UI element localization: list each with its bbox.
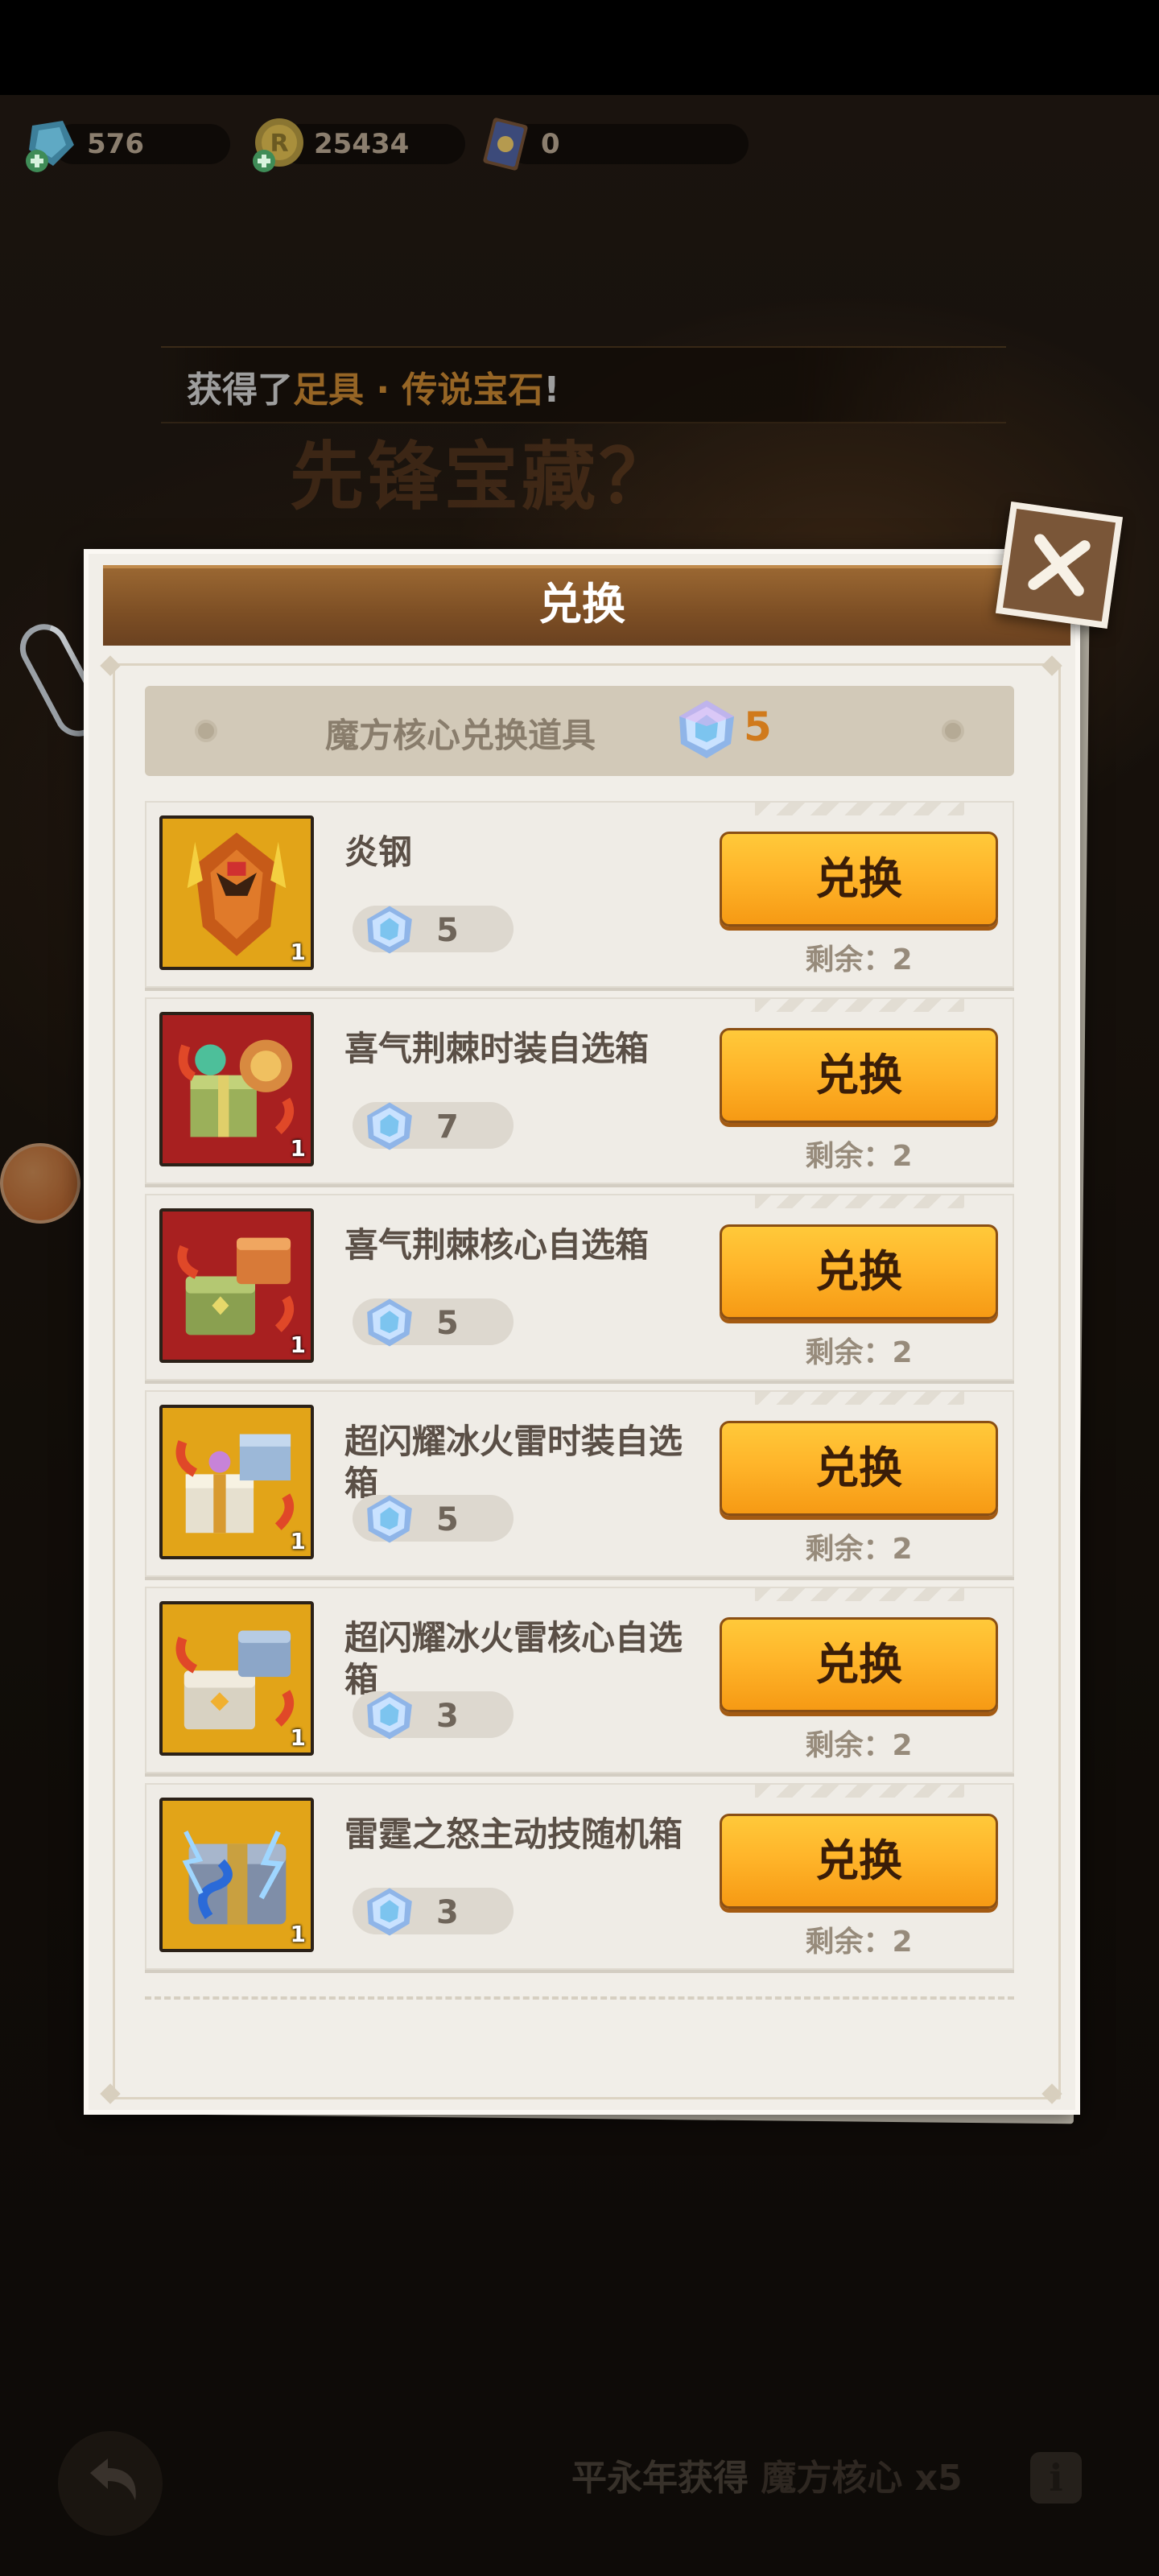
remaining-count: 剩余：2 — [805, 1729, 913, 1762]
item-cost: 5 — [353, 1495, 514, 1543]
exchange-button[interactable]: 兑换 — [720, 1224, 998, 1319]
exchange-row: 1 超闪耀冰火雷时装自选箱 5 兑换 剩余：2 — [145, 1390, 1014, 1577]
magic-cube-core-icon — [367, 1888, 412, 1936]
item-thumbnail-costume-box: 1 — [159, 1405, 314, 1559]
exchange-subheader: 魔方核心兑换道具 5 — [145, 686, 1014, 776]
dialog-title: 兑换 — [538, 579, 625, 630]
exchange-button[interactable]: 兑换 — [720, 1617, 998, 1712]
remaining-count: 剩余：2 — [805, 943, 913, 976]
list-divider — [145, 1996, 1014, 2000]
exchange-button[interactable]: 兑换 — [720, 1814, 998, 1909]
remaining-count: 剩余：2 — [805, 1336, 913, 1369]
exchange-button[interactable]: 兑换 — [720, 1028, 998, 1123]
item-cost: 5 — [353, 1298, 514, 1347]
magic-cube-core-icon — [367, 1691, 412, 1740]
card-icon — [483, 118, 528, 171]
exchange-row: 1 超闪耀冰火雷核心自选箱 3 兑换 剩余：2 — [145, 1587, 1014, 1773]
item-thumbnail-core-box: 1 — [159, 1208, 314, 1363]
item-thumbnail-mecha: 1 — [159, 815, 314, 970]
gem-plus-icon — [26, 121, 74, 172]
magic-cube-core-icon — [367, 1298, 412, 1347]
exchange-row: 1 雷霆之怒主动技随机箱 3 兑换 剩余：2 — [145, 1783, 1014, 1970]
bolt-icon — [195, 720, 217, 742]
item-thumbnail-core-box: 1 — [159, 1601, 314, 1756]
bolt-icon — [942, 720, 964, 742]
magic-cube-core-icon — [367, 1102, 412, 1150]
status-bar — [0, 0, 1159, 95]
remaining-count: 剩余：2 — [805, 1533, 913, 1566]
coin-count: 25434 — [314, 128, 410, 160]
remaining-count: 剩余：2 — [805, 1140, 913, 1173]
item-thumbnail-skill-box: 1 — [159, 1798, 314, 1952]
item-name: 喜气荆棘时装自选箱 — [344, 1029, 650, 1068]
close-icon — [1028, 534, 1091, 597]
item-cost: 7 — [353, 1102, 514, 1150]
item-cost: 3 — [353, 1888, 514, 1936]
exchange-button[interactable]: 兑换 — [720, 832, 998, 927]
remaining-count: 剩余：2 — [805, 1926, 913, 1959]
core-count: 5 — [744, 704, 772, 750]
svg-text:R: R — [270, 130, 288, 158]
item-thumbnail-costume-box: 1 — [159, 1012, 314, 1166]
exchange-button[interactable]: 兑换 — [720, 1421, 998, 1516]
close-button[interactable] — [995, 501, 1124, 630]
item-name: 雷霆之怒主动技随机箱 — [344, 1814, 683, 1854]
item-cost: 3 — [353, 1691, 514, 1740]
gem-count: 576 — [87, 128, 144, 160]
magic-cube-core-icon — [367, 1495, 412, 1543]
exchange-row: 1 喜气荆棘核心自选箱 5 兑换 剩余：2 — [145, 1194, 1014, 1381]
coin-plus-icon: R — [253, 118, 303, 172]
magic-cube-core-icon — [367, 906, 412, 954]
card-count: 0 — [541, 128, 560, 160]
item-name: 炎钢 — [344, 832, 413, 872]
exchange-row: 1 炎钢 5 兑换 剩余：2 — [145, 801, 1014, 988]
subheader-label: 魔方核心兑换道具 — [325, 716, 596, 755]
magic-cube-core-icon — [679, 700, 734, 758]
item-cost: 5 — [353, 906, 514, 954]
exchange-row: 1 喜气荆棘时装自选箱 7 兑换 剩余：2 — [145, 997, 1014, 1184]
item-name: 喜气荆棘核心自选箱 — [344, 1225, 650, 1265]
